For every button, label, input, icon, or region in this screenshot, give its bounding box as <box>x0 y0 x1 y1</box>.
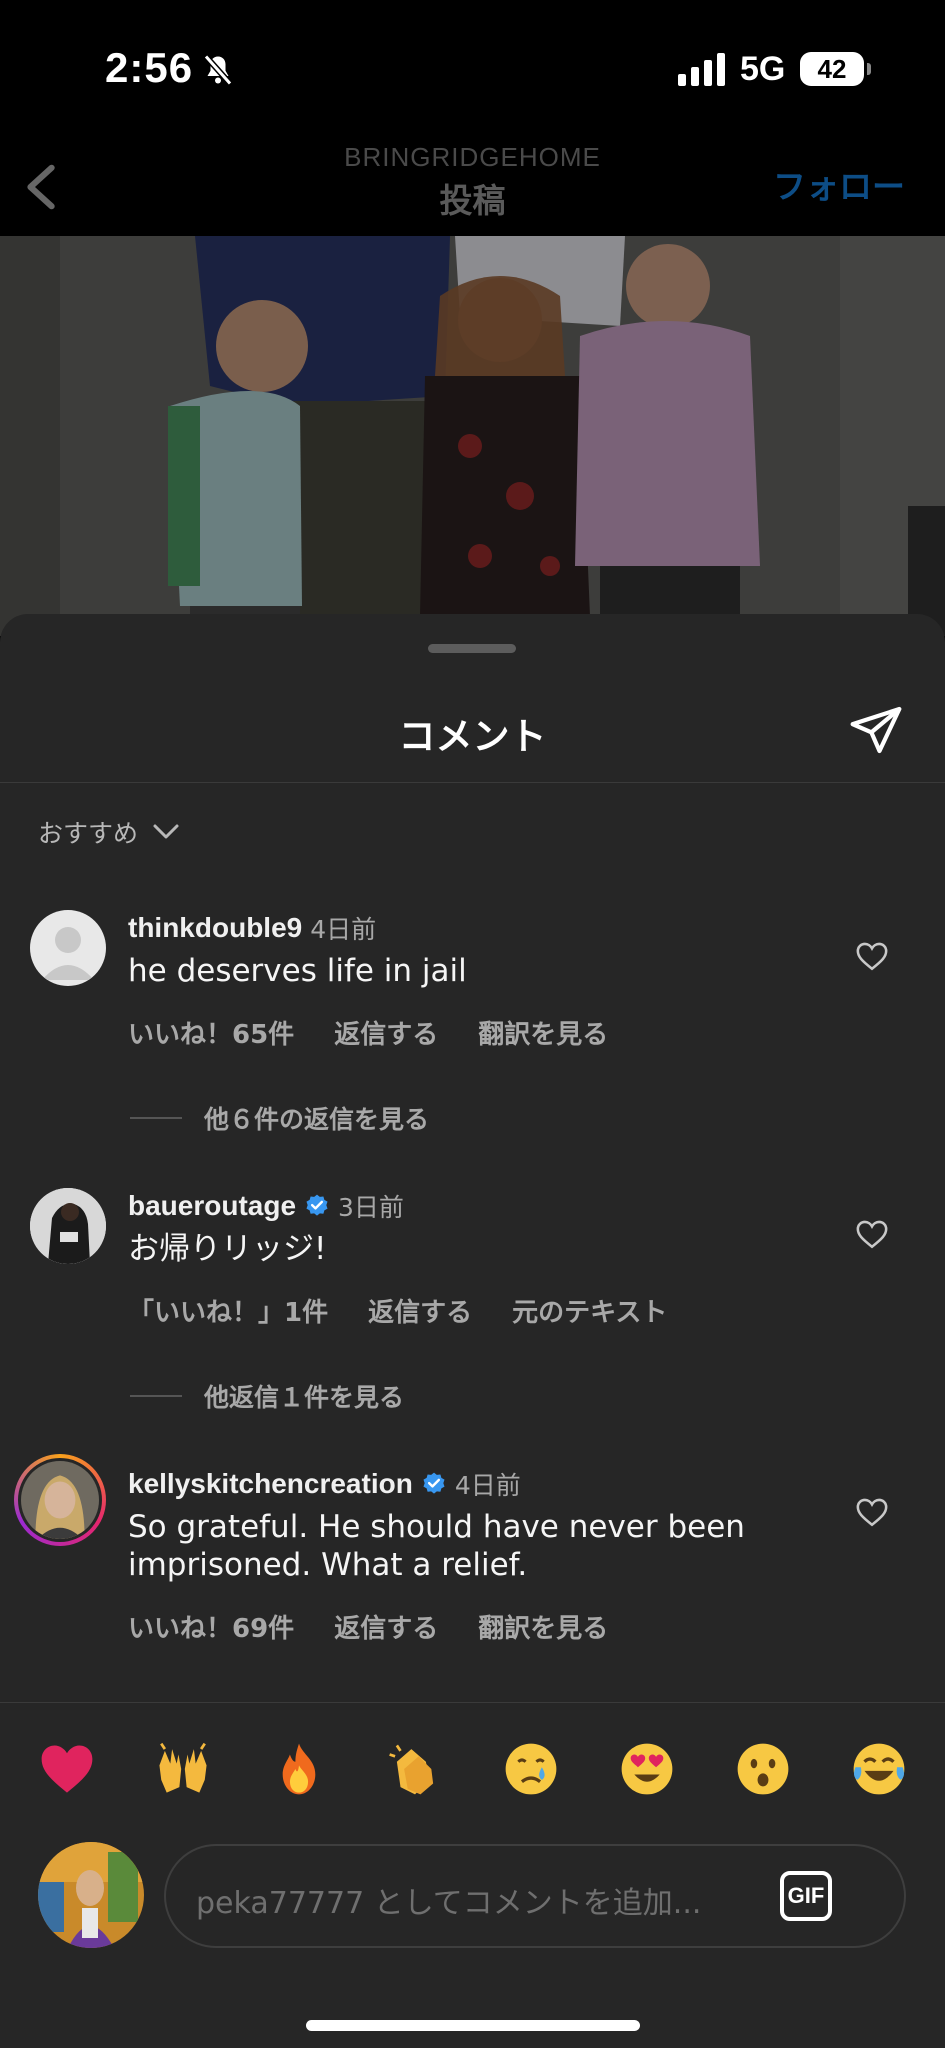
raising-hands-icon[interactable] <box>154 1740 212 1798</box>
composer-divider <box>0 1702 945 1703</box>
comment-text: So grateful. He should have never been i… <box>128 1509 745 1583</box>
comment-username[interactable]: kellyskitchencreation <box>128 1468 413 1500</box>
avatar[interactable] <box>30 910 106 986</box>
sheet-divider <box>0 782 945 783</box>
fire-icon[interactable] <box>270 1740 328 1798</box>
post-photo-image <box>0 236 945 636</box>
red-heart-icon[interactable] <box>38 1740 96 1798</box>
heart-eyes-icon[interactable] <box>618 1740 676 1798</box>
avatar[interactable] <box>30 1188 106 1264</box>
replies-line <box>130 1117 182 1119</box>
comment-time: 3日前 <box>338 1193 404 1222</box>
comment-actions: いいね！69件 返信する 翻訳を見る <box>128 1608 608 1645</box>
comment-input-placeholder: peka77777 としてコメントを追加... <box>196 1886 702 1921</box>
my-avatar <box>38 1842 144 1948</box>
comment-actions: いいね！65件 返信する 翻訳を見る <box>128 1014 608 1051</box>
verified-badge-icon <box>306 1194 328 1216</box>
bell-muted-icon <box>203 54 233 86</box>
reply-button[interactable]: 返信する <box>334 1014 438 1051</box>
view-replies-label: 他６件の返信を見る <box>204 1105 430 1134</box>
avatar-image <box>38 1842 144 1948</box>
avatar-image <box>21 1461 99 1539</box>
comment-header: kellyskitchencreation 4日前 <box>128 1466 521 1502</box>
gif-button[interactable]: GIF <box>780 1871 832 1921</box>
comment-actions: 「いいね！」1件 返信する 元のテキスト <box>128 1292 667 1329</box>
comments-sheet: コメント おすすめ thinkdouble9 4日前 he deserves l… <box>0 614 945 2048</box>
view-replies-label: 他返信１件を見る <box>204 1383 405 1412</box>
comment-header: baueroutage 3日前 <box>128 1188 404 1224</box>
crying-face-icon[interactable] <box>502 1740 560 1798</box>
chevron-down-icon <box>153 824 179 839</box>
comment-time: 4日前 <box>310 915 377 944</box>
sheet-title: コメント <box>398 715 547 758</box>
avatar-image <box>30 1188 106 1264</box>
home-indicator <box>306 2020 640 2031</box>
verified-badge-icon <box>423 1472 445 1494</box>
like-count[interactable]: 「いいね！」1件 <box>128 1292 328 1329</box>
tears-of-joy-icon[interactable] <box>850 1740 908 1798</box>
heart-outline-icon[interactable] <box>855 1218 889 1250</box>
reply-button[interactable]: 返信する <box>334 1608 438 1645</box>
follow-button[interactable]: フォロー <box>773 160 905 208</box>
story-avatar[interactable] <box>14 1454 106 1546</box>
comment-text: he deserves life in jail <box>128 953 467 989</box>
comment-username[interactable]: baueroutage <box>128 1190 296 1222</box>
post-header: BRINGRIDGEHOME 投稿 フォロー <box>0 140 945 236</box>
comment-username[interactable]: thinkdouble9 <box>128 912 302 944</box>
cellular-signal-icon <box>678 53 725 86</box>
status-time: 2:56 <box>105 44 194 91</box>
clapping-hands-icon[interactable] <box>386 1740 444 1798</box>
status-bar: 2:56 5G 42 <box>0 0 945 140</box>
battery-icon: 42 <box>800 52 871 86</box>
astonished-face-icon[interactable] <box>734 1740 792 1798</box>
heart-outline-icon[interactable] <box>855 940 889 972</box>
sort-dropdown[interactable]: おすすめ <box>38 814 180 850</box>
translate-button[interactable]: 翻訳を見る <box>478 1608 608 1645</box>
paper-plane-icon[interactable] <box>847 702 905 758</box>
like-count[interactable]: いいね！65件 <box>128 1014 294 1051</box>
comment-header: thinkdouble9 4日前 <box>128 910 376 946</box>
translate-button[interactable]: 翻訳を見る <box>478 1014 608 1051</box>
like-count[interactable]: いいね！69件 <box>128 1608 294 1645</box>
original-text-button[interactable]: 元のテキスト <box>512 1292 667 1329</box>
emoji-reaction-bar <box>38 1740 908 1798</box>
reply-button[interactable]: 返信する <box>368 1292 472 1329</box>
default-avatar-icon <box>30 910 106 986</box>
sort-label: おすすめ <box>38 819 139 848</box>
network-type: 5G <box>740 50 786 88</box>
comment-input[interactable]: peka77777 としてコメントを追加... GIF <box>164 1844 906 1948</box>
replies-line <box>130 1395 182 1397</box>
comment-text: お帰りリッジ! <box>128 1231 327 1267</box>
view-replies-link[interactable]: 他６件の返信を見る <box>130 1100 429 1136</box>
sheet-grabber[interactable] <box>428 644 516 653</box>
post-photo <box>0 236 945 636</box>
view-replies-link[interactable]: 他返信１件を見る <box>130 1378 404 1414</box>
heart-outline-icon[interactable] <box>855 1496 889 1528</box>
comment-time: 4日前 <box>454 1471 521 1500</box>
